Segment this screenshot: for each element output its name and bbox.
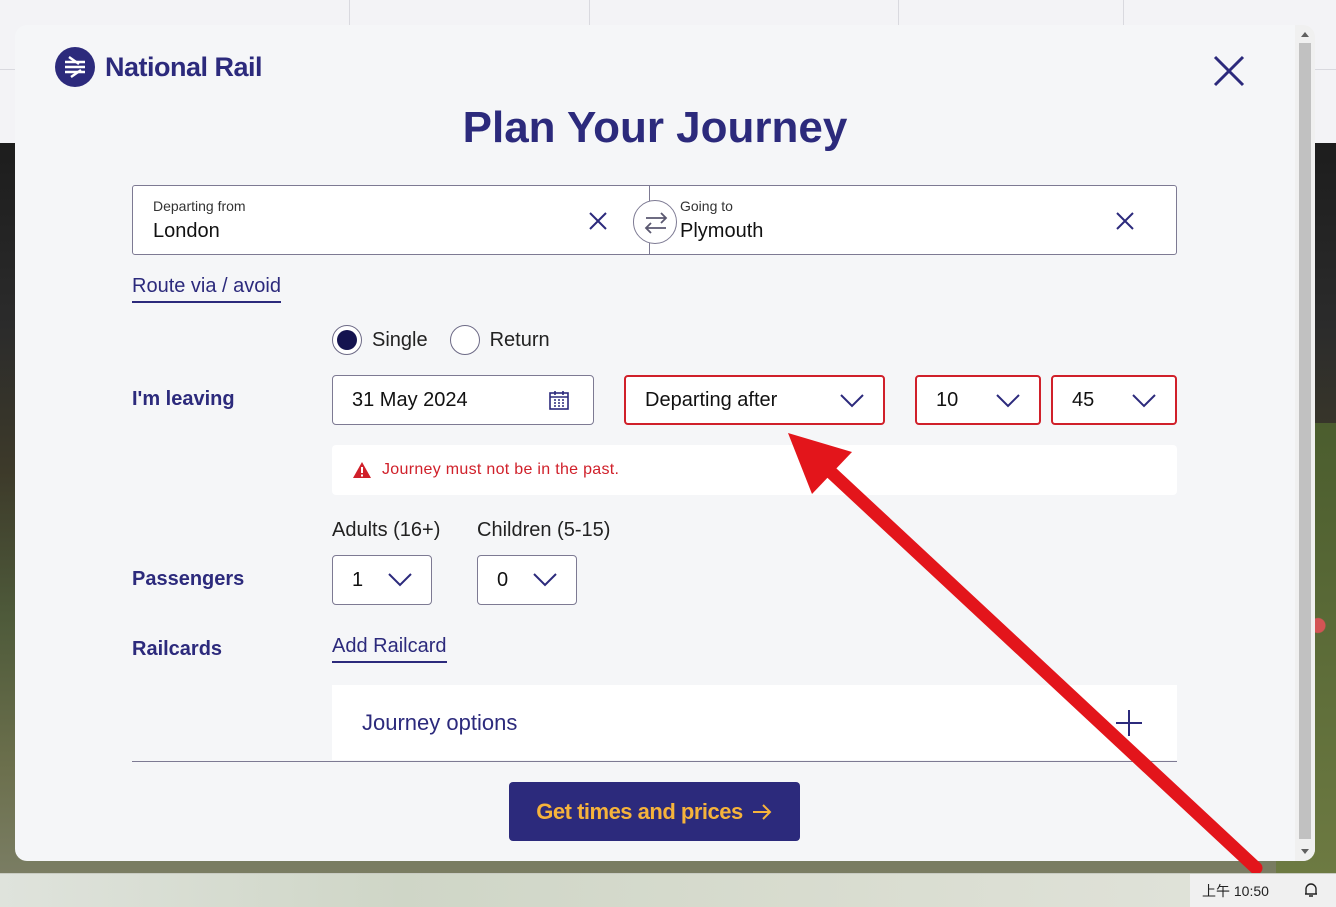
route-via-avoid-link[interactable]: Route via / avoid xyxy=(132,275,281,303)
single-radio-dot[interactable] xyxy=(332,325,362,355)
adults-value: 1 xyxy=(352,568,364,591)
clock[interactable]: 上午 10:50 xyxy=(1202,881,1269,901)
chevron-down-icon xyxy=(1132,394,1156,408)
minute-value: 45 xyxy=(1072,388,1095,411)
passengers-label: Passengers xyxy=(132,568,245,590)
national-rail-logo[interactable]: National Rail xyxy=(55,47,263,87)
chevron-down-icon xyxy=(388,573,412,587)
children-label: Children (5-15) xyxy=(477,519,611,541)
departure-mode-select[interactable]: Departing after xyxy=(624,375,885,425)
scrollbar-thumb[interactable] xyxy=(1299,43,1311,839)
journey-planner-modal: National Rail Plan Your Journey Departin… xyxy=(15,25,1315,861)
departure-mode-value: Departing after xyxy=(645,388,778,411)
chevron-down-icon xyxy=(533,573,557,587)
journey-options-label: Journey options xyxy=(362,709,518,735)
national-rail-logo-icon xyxy=(55,47,95,87)
date-field[interactable]: 31 May 2024 xyxy=(332,375,594,425)
arrow-right-icon xyxy=(752,803,772,820)
journey-type-radios: Single Return xyxy=(332,325,572,355)
chevron-down-icon xyxy=(840,394,864,408)
clear-to-button[interactable] xyxy=(1114,210,1136,232)
going-to-field[interactable]: Going to Plymouth xyxy=(649,186,1176,254)
chevron-down-icon xyxy=(996,394,1020,408)
single-label: Single xyxy=(372,328,428,351)
departing-from-value[interactable]: London xyxy=(153,220,629,243)
close-icon xyxy=(1213,55,1245,87)
adults-label: Adults (16+) xyxy=(332,519,441,541)
railcards-label: Railcards xyxy=(132,638,223,660)
scroll-up-arrow[interactable] xyxy=(1301,32,1309,37)
departing-from-field[interactable]: Departing from London xyxy=(133,186,649,254)
scroll-down-arrow[interactable] xyxy=(1301,849,1309,854)
hour-select[interactable]: 10 xyxy=(915,375,1041,425)
cta-label: Get times and prices xyxy=(536,798,743,824)
scrollbar[interactable] xyxy=(1295,25,1315,861)
going-to-value[interactable]: Plymouth xyxy=(680,220,1156,243)
taskbar: 上午 10:50 xyxy=(0,873,1336,907)
notification-icon[interactable] xyxy=(1302,881,1320,899)
get-times-and-prices-button[interactable]: Get times and prices xyxy=(509,782,800,841)
add-railcard-link[interactable]: Add Railcard xyxy=(332,635,447,663)
brand-name: National Rail xyxy=(105,51,263,82)
clear-from-button[interactable] xyxy=(587,210,609,232)
page-title: Plan Your Journey xyxy=(462,103,848,152)
swap-stations-button[interactable] xyxy=(633,200,677,244)
swap-icon xyxy=(644,212,668,234)
date-value: 31 May 2024 xyxy=(352,388,468,411)
leaving-label: I'm leaving xyxy=(132,388,235,410)
error-message-text: Journey must not be in the past. xyxy=(382,461,620,478)
clear-icon xyxy=(1116,212,1134,230)
departing-from-label: Departing from xyxy=(153,198,246,214)
journey-options-accordion[interactable]: Journey options xyxy=(332,685,1177,760)
close-button[interactable] xyxy=(1209,51,1249,91)
warning-icon xyxy=(353,462,371,478)
return-radio-dot[interactable] xyxy=(449,325,480,355)
station-selector: Departing from London Going to Plymouth xyxy=(132,185,1177,255)
divider xyxy=(132,761,1177,762)
minute-select[interactable]: 45 xyxy=(1051,375,1177,425)
children-select[interactable]: 0 xyxy=(477,555,577,605)
single-radio[interactable]: Single xyxy=(332,325,428,355)
return-radio[interactable]: Return xyxy=(449,325,550,355)
hour-value: 10 xyxy=(936,388,959,411)
clear-icon xyxy=(589,212,607,230)
children-value: 0 xyxy=(497,568,509,591)
adults-select[interactable]: 1 xyxy=(332,555,432,605)
calendar-icon[interactable] xyxy=(547,388,571,412)
error-message-box: Journey must not be in the past. xyxy=(332,445,1177,495)
system-tray: 上午 10:50 xyxy=(1190,874,1336,907)
plus-icon[interactable] xyxy=(1115,709,1143,737)
return-label: Return xyxy=(489,328,550,351)
going-to-label: Going to xyxy=(680,198,733,214)
